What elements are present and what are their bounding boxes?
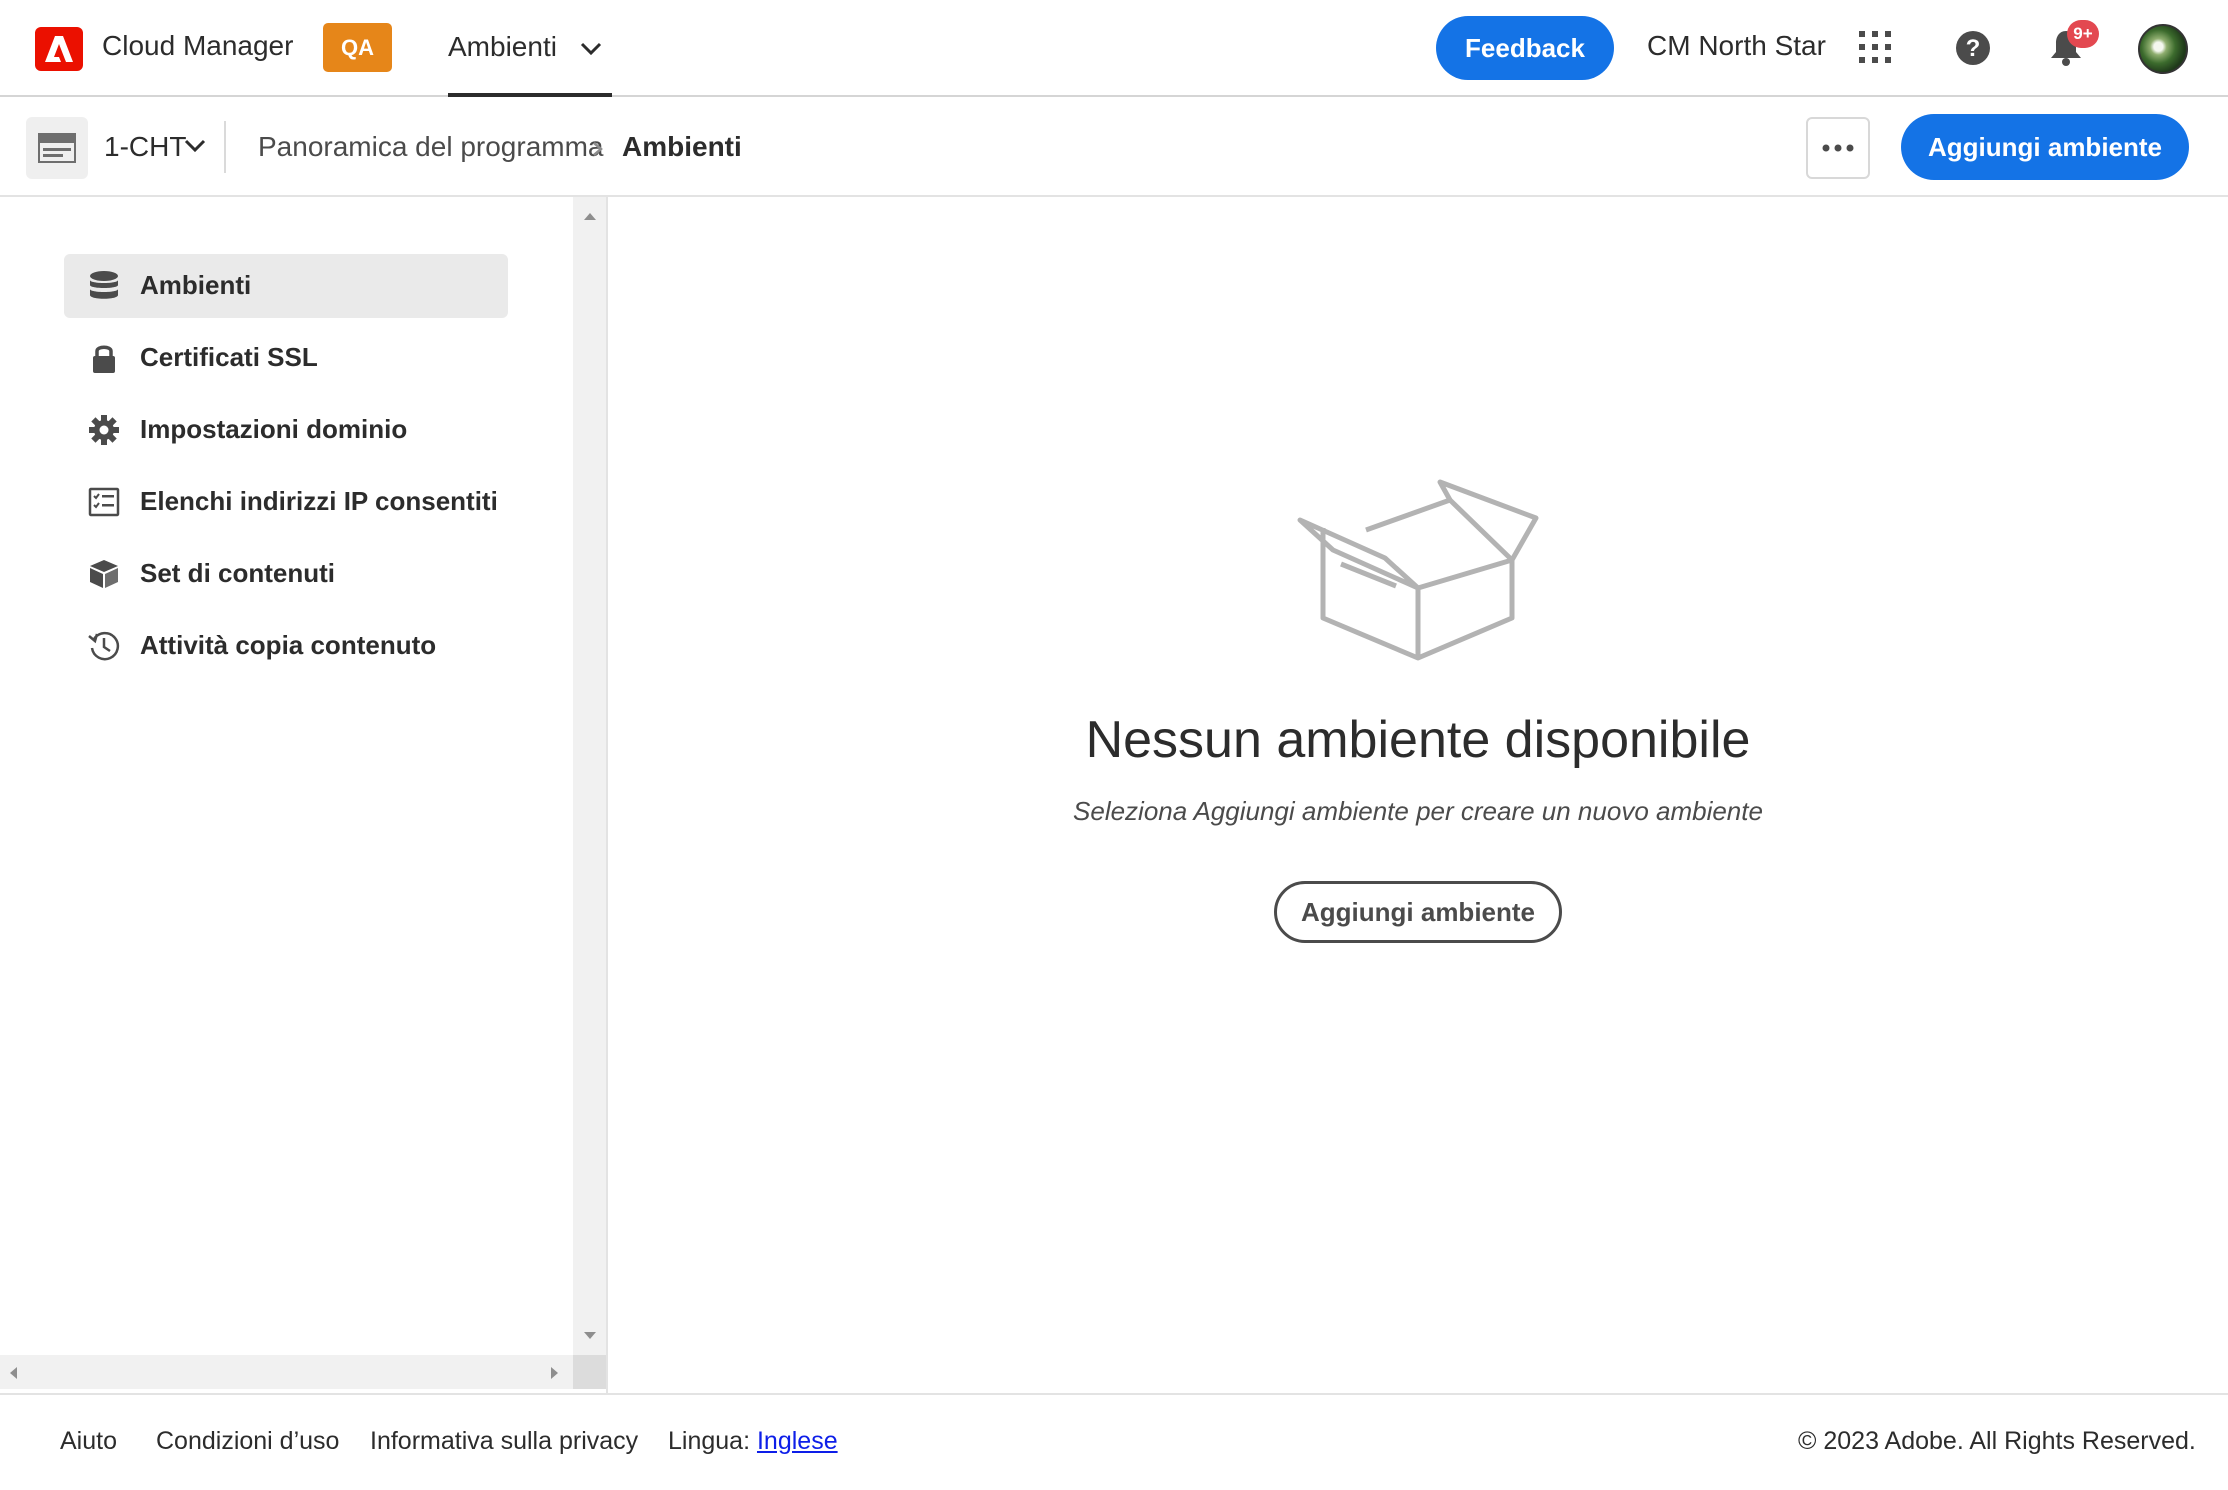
app-switcher-icon[interactable] (1858, 30, 1892, 64)
sidebar-item-ambienti[interactable]: Ambienti (64, 254, 508, 318)
svg-text:?: ? (1966, 35, 1981, 62)
add-environment-button[interactable]: Aggiungi ambiente (1901, 114, 2189, 180)
breadcrumb-program-overview[interactable]: Panoramica del programma (258, 131, 604, 163)
sidebar-item-label: Impostazioni dominio (140, 414, 408, 444)
lock-icon (93, 345, 115, 373)
footer: Aiuto Condizioni d’uso Informativa sulla… (0, 1393, 2228, 1490)
sidebar-item-label: Elenchi indirizzi IP consentiti (140, 486, 498, 516)
gear-icon (89, 415, 119, 445)
more-icon (1822, 144, 1854, 152)
organization-switcher[interactable]: CM North Star (1647, 30, 1826, 62)
boxes-icon (90, 560, 118, 588)
breadcrumb-bar: 1-CHT Panoramica del programma Ambienti … (0, 97, 2228, 197)
user-avatar[interactable] (2138, 24, 2188, 74)
empty-state-title: Nessun ambiente disponibile (1085, 711, 1751, 769)
scroll-up-icon[interactable] (583, 211, 597, 221)
database-icon (90, 271, 118, 299)
sidebar: Ambienti Certificati SSL Impostazioni do… (0, 197, 608, 1393)
sidebar-horizontal-scrollbar[interactable] (0, 1355, 573, 1389)
more-actions-button[interactable] (1806, 117, 1870, 179)
chevron-down-icon[interactable] (184, 139, 206, 153)
sidebar-item-label: Certificati SSL (140, 342, 318, 372)
sidebar-vertical-scrollbar[interactable] (573, 197, 606, 1357)
scroll-right-icon[interactable] (550, 1366, 560, 1380)
footer-language-link[interactable]: Inglese (757, 1427, 838, 1455)
nav-tab-label: Ambienti (448, 30, 557, 62)
scroll-down-icon[interactable] (583, 1331, 597, 1341)
footer-link-terms[interactable]: Condizioni d’uso (156, 1427, 339, 1456)
sidebar-item-label: Attività copia contenuto (140, 630, 437, 660)
sidebar-item-label: Set di contenuti (140, 558, 335, 588)
notification-count-badge: 9+ (2067, 20, 2099, 48)
footer-link-privacy[interactable]: Informativa sulla privacy (370, 1427, 638, 1456)
chevron-down-icon (580, 42, 602, 56)
scrollbar-corner (573, 1355, 606, 1389)
footer-copyright: © 2023 Adobe. All Rights Reserved. (1798, 1427, 2196, 1455)
add-environment-empty-button[interactable]: Aggiungi ambiente (1274, 881, 1562, 943)
sidebar-item-domain-settings[interactable]: Impostazioni dominio (64, 398, 508, 462)
scroll-left-icon[interactable] (8, 1366, 18, 1380)
footer-link-help[interactable]: Aiuto (60, 1427, 117, 1456)
history-icon (88, 631, 120, 661)
footer-language-label: Lingua: (668, 1427, 751, 1455)
feedback-button[interactable]: Feedback (1436, 16, 1614, 80)
empty-state-subtitle: Seleziona Aggiungi ambiente per creare u… (1073, 796, 1763, 826)
nav-tab-ambienti[interactable]: Ambienti (448, 0, 612, 97)
environment-badge: QA (323, 23, 392, 72)
empty-box-illustration (1297, 479, 1539, 661)
help-icon[interactable]: ? (1955, 30, 1991, 66)
footer-language: Lingua: Inglese (668, 1427, 838, 1456)
adobe-logo-icon[interactable] (35, 27, 83, 71)
sidebar-item-content-sets[interactable]: Set di contenuti (64, 542, 508, 606)
checklist-icon (88, 487, 120, 517)
program-selector[interactable]: 1-CHT (104, 131, 186, 163)
program-icon[interactable] (26, 117, 88, 179)
sidebar-item-label: Ambienti (140, 270, 252, 300)
top-navigation-bar: Cloud Manager QA Ambienti Feedback CM No… (0, 0, 2228, 97)
breadcrumb-current-page: Ambienti (622, 131, 742, 162)
app-name[interactable]: Cloud Manager (102, 30, 293, 62)
sidebar-item-ip-allow-lists[interactable]: Elenchi indirizzi IP consentiti (64, 470, 508, 534)
sidebar-item-content-copy-activity[interactable]: Attività copia contenuto (64, 614, 508, 678)
chevron-right-icon (593, 142, 603, 156)
sidebar-item-ssl-certificates[interactable]: Certificati SSL (64, 326, 508, 390)
divider (224, 121, 226, 173)
